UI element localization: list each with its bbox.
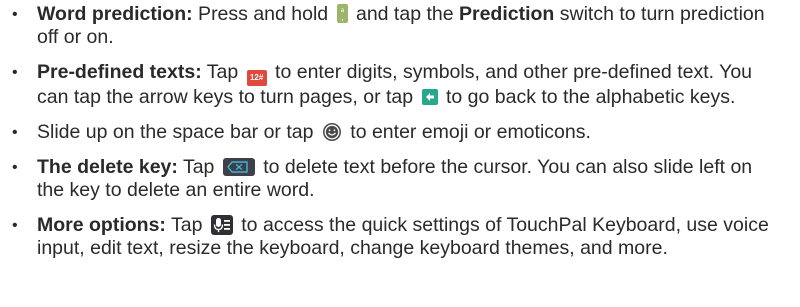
text-segment: Slide up on the space bar or tap <box>37 121 319 143</box>
emoji-icon <box>322 122 342 142</box>
comma-key-icon: a, <box>336 4 348 23</box>
list-item-emoji: • Slide up on the space bar or tap to en… <box>0 121 800 144</box>
bullet: • <box>12 64 18 81</box>
document: • Word prediction: Press and hold a, and… <box>0 0 800 307</box>
term-word-prediction: Word prediction: <box>37 3 193 25</box>
list-item-word-prediction: • Word prediction: Press and hold a, and… <box>0 3 800 49</box>
bullet: • <box>12 217 18 234</box>
text-segment: to enter emoji or emoticons. <box>344 121 591 143</box>
digits-symbols-key-icon: 12# <box>246 70 267 86</box>
text-segment: to go back to the alphabetic keys. <box>440 86 736 108</box>
term-predefined-texts: Pre-defined texts: <box>37 61 202 83</box>
delete-key-icon <box>222 158 255 176</box>
text-segment: Tap <box>177 156 220 178</box>
bullet: • <box>12 6 18 23</box>
text-segment: Tap <box>165 214 208 236</box>
list-item-delete-key: • The delete key: Tap to delete text bef… <box>0 156 800 202</box>
bullet: • <box>12 124 18 141</box>
back-arrow-key-icon <box>421 89 438 105</box>
list-item-predefined-texts: • Pre-defined texts: Tap 12# to enter di… <box>0 61 800 109</box>
text-segment: Tap <box>201 61 244 83</box>
bullet: • <box>12 159 18 176</box>
list-item-more-options: • More options: Tap to access the quick … <box>0 214 800 260</box>
svg-text:,: , <box>341 13 344 22</box>
term-delete-key: The delete key: <box>37 156 178 178</box>
prediction-label: Prediction <box>458 3 555 25</box>
feature-list: • Word prediction: Press and hold a, and… <box>0 3 800 260</box>
more-options-key-icon <box>210 215 233 235</box>
term-more-options: More options: <box>37 214 166 236</box>
text-segment: Press and hold <box>192 3 334 25</box>
text-segment: and tap the <box>350 3 459 25</box>
